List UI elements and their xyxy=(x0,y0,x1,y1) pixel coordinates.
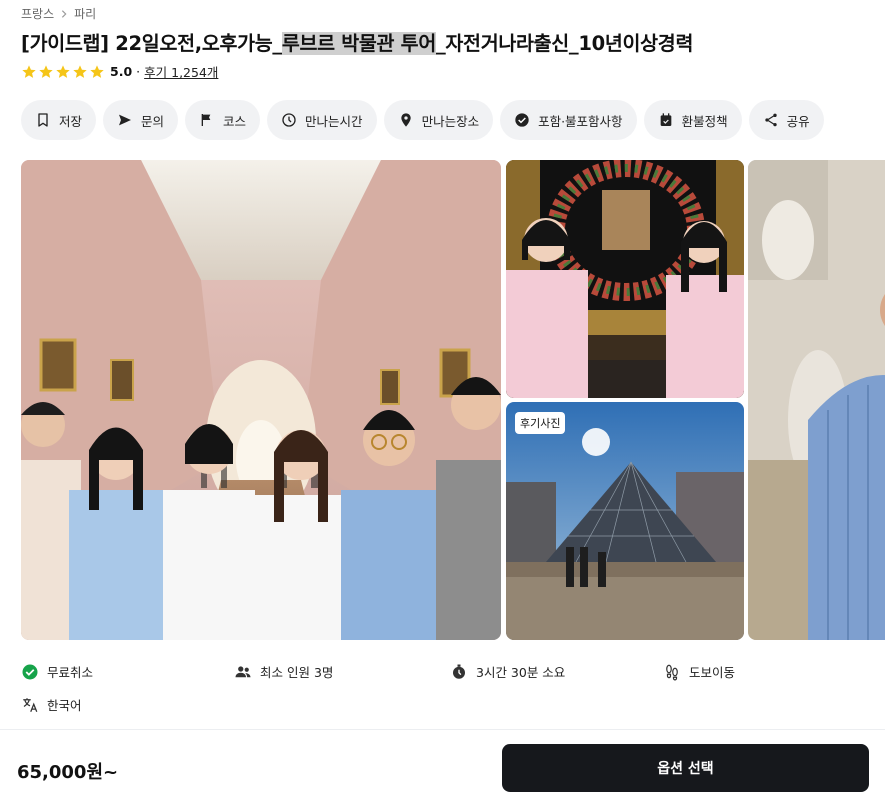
select-option-button[interactable]: 옵션 선택 xyxy=(502,744,869,792)
share-label: 공유 xyxy=(786,113,810,129)
main-photo[interactable] xyxy=(21,160,501,640)
rating-score: 5.0 xyxy=(110,64,133,79)
feature-free-cancel: 무료취소 xyxy=(21,662,93,681)
footprints-icon xyxy=(666,664,678,680)
meeting-time-button[interactable]: 만나는시간 xyxy=(267,100,377,140)
star-rating xyxy=(21,64,105,80)
star-icon xyxy=(73,64,87,78)
rating-separator: · xyxy=(136,64,141,79)
clock-icon xyxy=(282,113,296,127)
feature-duration: 3시간 30분 소요 xyxy=(450,662,565,681)
guides-photo[interactable] xyxy=(506,160,744,398)
star-icon xyxy=(22,64,36,78)
photo-gallery: 후기사진 xyxy=(21,160,885,640)
review-photo[interactable]: 후기사진 xyxy=(506,402,744,640)
page-title: [가이드랩] 22일오전,오후가능_루브르 박물관 투어_자전거나라출신_10년… xyxy=(21,27,693,56)
save-button[interactable]: 저장 xyxy=(21,100,97,140)
refund-policy-button[interactable]: 환불정책 xyxy=(643,100,742,140)
review-count-link[interactable]: 후기 1,254개 xyxy=(144,62,218,81)
price-label: 65,000원~ xyxy=(17,762,119,783)
guide-portrait-photo[interactable] xyxy=(748,160,885,640)
breadcrumb-country[interactable]: 프랑스 xyxy=(21,5,54,22)
inquiry-button[interactable]: 문의 xyxy=(103,100,179,140)
title-prefix: [가이드랩] 22일오전,오후가능_ xyxy=(21,32,282,55)
check-circle-icon xyxy=(515,113,529,127)
meeting-time-label: 만나는시간 xyxy=(305,113,363,129)
save-label: 저장 xyxy=(59,113,83,129)
feature-walking-label: 도보이동 xyxy=(689,665,736,680)
flag-icon xyxy=(201,114,211,126)
feature-free-cancel-label: 무료취소 xyxy=(47,665,94,680)
feature-language-label: 한국어 xyxy=(47,698,82,713)
breadcrumb-city[interactable]: 파리 xyxy=(74,5,96,22)
star-icon xyxy=(39,64,53,78)
title-highlight: 루브르 박물관 투어 xyxy=(281,32,436,55)
location-pin-icon xyxy=(400,113,411,127)
course-label: 코스 xyxy=(223,113,247,129)
chevron-right-icon xyxy=(58,8,70,20)
share-button[interactable]: 공유 xyxy=(748,100,824,140)
feature-duration-label: 3시간 30분 소요 xyxy=(476,665,566,680)
rating-summary: 5.0 · 후기 1,254개 xyxy=(21,62,218,81)
feature-min-people: 최소 인원 3명 xyxy=(234,662,333,681)
feature-language: 한국어 xyxy=(21,695,82,714)
inclusions-label: 포함·불포함사항 xyxy=(538,113,623,129)
share-icon xyxy=(764,113,777,127)
review-photo-badge: 후기사진 xyxy=(515,412,566,434)
check-badge-icon xyxy=(22,664,38,679)
title-suffix: _자전거나라출신_10년이상경력 xyxy=(435,32,694,55)
bookmark-icon xyxy=(38,113,48,127)
course-button[interactable]: 코스 xyxy=(185,100,261,140)
feature-walking: 도보이동 xyxy=(663,662,735,681)
footer-divider xyxy=(0,729,885,730)
calendar-icon xyxy=(660,113,671,126)
meeting-place-button[interactable]: 만나는장소 xyxy=(383,100,494,140)
feature-min-people-label: 최소 인원 3명 xyxy=(260,665,334,680)
inclusions-button[interactable]: 포함·불포함사항 xyxy=(500,100,637,140)
timer-icon xyxy=(453,664,465,679)
send-icon xyxy=(119,114,132,126)
people-icon xyxy=(235,665,251,677)
star-icon xyxy=(90,64,104,78)
action-chip-bar: 저장 문의 코스 만나는시간 만나는장소 포함·불포함사항 환불정책 공유 xyxy=(21,100,824,140)
inquiry-label: 문의 xyxy=(141,113,165,129)
meeting-place-label: 만나는장소 xyxy=(421,113,480,129)
star-icon xyxy=(56,64,70,78)
refund-policy-label: 환불정책 xyxy=(681,113,728,129)
breadcrumb: 프랑스 파리 xyxy=(21,5,96,22)
translate-icon xyxy=(23,697,38,712)
